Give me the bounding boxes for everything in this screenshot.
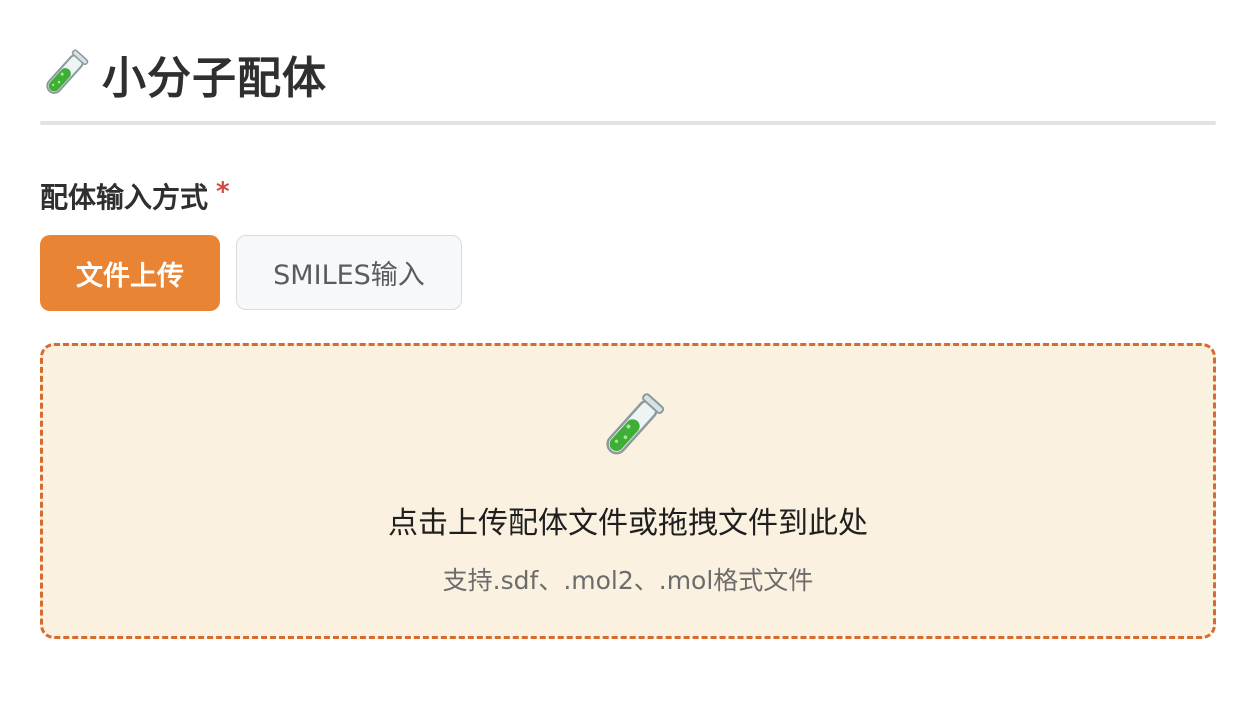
dropzone-instruction: 点击上传配体文件或拖拽文件到此处 [388,506,868,541]
test-tube-icon [597,391,667,463]
page-header: 小分子配体 [40,42,327,106]
smiles-input-tab-button[interactable]: SMILES输入 [236,235,462,310]
file-upload-tab-button[interactable]: 文件上传 [40,235,220,311]
page-title: 小分子配体 [102,53,327,104]
ligand-panel: 小分子配体 配体输入方式 * 文件上传 SMILES输入 点击上传配体文件或拖拽… [0,0,1254,722]
header-divider [40,121,1216,125]
required-mark: * [216,177,230,207]
dropzone-format-hint: 支持.sdf、.mol2、.mol格式文件 [442,566,814,595]
input-method-label: 配体输入方式 * [40,176,230,216]
test-tube-icon [40,48,90,100]
input-method-label-text: 配体输入方式 [40,181,209,214]
ligand-file-dropzone[interactable]: 点击上传配体文件或拖拽文件到此处 支持.sdf、.mol2、.mol格式文件 [40,343,1216,639]
